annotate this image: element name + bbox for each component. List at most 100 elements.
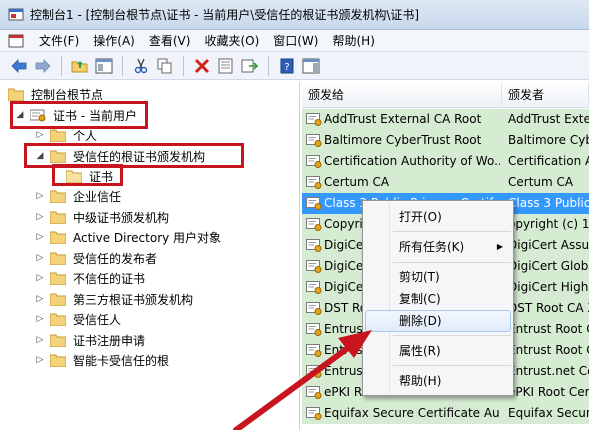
table-row[interactable]: Certification Authority of Wo... Certific… [302, 151, 589, 172]
tree-item-enterprise-trust[interactable]: ▷ 企业信任 [34, 186, 123, 206]
export-list-button[interactable] [239, 55, 261, 77]
help-button[interactable]: ? [276, 55, 298, 77]
cell-issued-by: Entrust.net Ce [508, 364, 589, 378]
cell-issued-to: Certification Authority of Wo... [324, 154, 500, 168]
context-menu: 打开(O) 所有任务(K) ▶ 剪切(T) 复制(C) 删除(D) 属性(R) … [362, 200, 514, 396]
menu-window[interactable]: 窗口(W) [266, 31, 325, 51]
certificate-icon [306, 386, 322, 399]
collapsed-triangle-icon[interactable]: ▷ [34, 314, 46, 324]
tree-item-trusted-people[interactable]: ▷ 受信任人 [34, 309, 123, 329]
certificate-icon [306, 260, 322, 273]
certificate-icon [306, 323, 322, 336]
menu-label: 所有任务(K) [399, 240, 465, 254]
menu-favorites[interactable]: 收藏夹(O) [197, 31, 266, 51]
collapsed-triangle-icon[interactable]: ▷ [34, 355, 46, 365]
action-pane-icon [302, 58, 320, 73]
cell-issued-by: Entrust Root C [508, 322, 589, 336]
cell-issued-by: ePKI Root Cert [508, 385, 589, 399]
toolbar-separator [183, 55, 184, 76]
tree-item-untrusted-certificates[interactable]: ▷ 不信任的证书 [34, 268, 147, 288]
tree-label: 受信任人 [73, 312, 122, 327]
collapsed-triangle-icon[interactable]: ▷ [34, 212, 46, 222]
back-button[interactable] [8, 55, 30, 77]
show-hide-tree-button[interactable] [93, 55, 115, 77]
forward-button[interactable] [32, 55, 54, 77]
menu-item-properties[interactable]: 属性(R) [365, 340, 511, 362]
cell-issued-by: DigiCert High [508, 280, 589, 294]
tree-item-certificate-enrollment-requests[interactable]: ▷ 证书注册申请 [34, 330, 147, 350]
tree-label: 企业信任 [73, 189, 122, 204]
export-icon [241, 59, 259, 72]
folder-icon [50, 252, 66, 265]
tree-label: 受信任的发布者 [73, 251, 158, 266]
folder-icon [50, 272, 66, 285]
collapsed-triangle-icon[interactable]: ▷ [34, 130, 46, 140]
tree-item-intermediate-ca[interactable]: ▷ 中级证书颁发机构 [34, 207, 171, 227]
menu-item-cut[interactable]: 剪切(T) [365, 266, 511, 288]
menu-action[interactable]: 操作(A) [86, 31, 142, 51]
tree-item-active-directory-user-object[interactable]: ▷ Active Directory 用户对象 [34, 227, 223, 247]
cell-issued-to: Equifax Secure Certificate Au... [324, 406, 500, 420]
menu-separator [393, 262, 511, 263]
tree-label: 证书注册申请 [73, 333, 146, 348]
collapsed-triangle-icon[interactable]: ▷ [34, 294, 46, 304]
tree-label: 控制台根节点 [31, 87, 104, 102]
menu-item-delete[interactable]: 删除(D) [365, 310, 511, 332]
menu-file[interactable]: 文件(F) [32, 31, 86, 51]
collapsed-triangle-icon[interactable]: ▷ [34, 191, 46, 201]
menu-separator [393, 365, 511, 366]
folder-icon [50, 354, 66, 367]
table-row[interactable]: Baltimore CyberTrust Root Baltimore Cybe [302, 130, 589, 151]
up-level-button[interactable] [69, 55, 91, 77]
certificate-icon [306, 134, 322, 147]
delete-button[interactable] [191, 55, 213, 77]
folder-up-icon [71, 60, 88, 72]
menu-help[interactable]: 帮助(H) [325, 31, 381, 51]
certificate-icon [306, 344, 322, 357]
tree-item-smart-card-trusted-roots[interactable]: ▷ 智能卡受信任的根 [34, 350, 171, 370]
title-bar: 控制台1 - [控制台根节点\证书 - 当前用户\受信任的根证书颁发机构\证书] [0, 0, 589, 30]
column-header-issued-by[interactable]: 颁发者 [502, 82, 589, 108]
certificate-icon [306, 176, 322, 189]
menu-item-copy[interactable]: 复制(C) [365, 288, 511, 310]
tree-label: 个人 [73, 128, 98, 143]
table-row[interactable]: Equifax Secure Certificate Au... Equifax … [302, 403, 589, 424]
column-header-issued-to[interactable]: 颁发给 [302, 82, 502, 108]
cell-issued-by: DigiCert Globa [508, 259, 589, 273]
collapsed-triangle-icon[interactable]: ▷ [34, 253, 46, 263]
tree-item-trusted-publishers[interactable]: ▷ 受信任的发布者 [34, 248, 159, 268]
submenu-arrow-icon: ▶ [496, 242, 503, 251]
collapsed-triangle-icon[interactable]: ▷ [34, 335, 46, 345]
collapsed-triangle-icon[interactable]: ▷ [34, 273, 46, 283]
cell-issued-by: DST Root CA X [508, 301, 589, 315]
menu-item-open[interactable]: 打开(O) [365, 206, 511, 228]
menu-item-help[interactable]: 帮助(H) [365, 370, 511, 392]
console-window-icon[interactable] [8, 33, 24, 49]
properties-icon [218, 58, 233, 73]
tree-item-third-party-root-ca[interactable]: ▷ 第三方根证书颁发机构 [34, 289, 195, 309]
table-row[interactable]: AddTrust External CA Root AddTrust Exte [302, 109, 589, 130]
certificate-icon [306, 281, 322, 294]
table-row[interactable]: Certum CA Certum CA [302, 172, 589, 193]
highlight-box-certificate-store [10, 101, 148, 129]
menu-view[interactable]: 查看(V) [142, 31, 198, 51]
certificate-icon [306, 197, 322, 210]
action-pane-button[interactable] [300, 55, 322, 77]
cut-button[interactable] [130, 55, 152, 77]
certificate-icon [306, 302, 322, 315]
console-tree[interactable]: 控制台根节点 ◢ 证书 - 当前用户 ▷ 个人 ◢ 受信任的根证书颁发机构 证书… [0, 82, 300, 430]
help-book-icon: ? [280, 58, 294, 73]
tree-label: 不信任的证书 [73, 271, 146, 286]
back-arrow-icon [11, 58, 27, 73]
cell-issued-by: Certum CA [508, 175, 574, 189]
folder-icon [50, 211, 66, 224]
menu-item-all-tasks[interactable]: 所有任务(K) ▶ [365, 236, 511, 258]
certificate-icon [306, 113, 322, 126]
menu-separator [393, 335, 511, 336]
properties-button[interactable] [215, 55, 237, 77]
collapsed-triangle-icon[interactable]: ▷ [34, 232, 46, 242]
folder-icon [50, 334, 66, 347]
scissors-icon [134, 58, 148, 73]
toolbar: ? [0, 52, 589, 80]
copy-button[interactable] [154, 55, 176, 77]
